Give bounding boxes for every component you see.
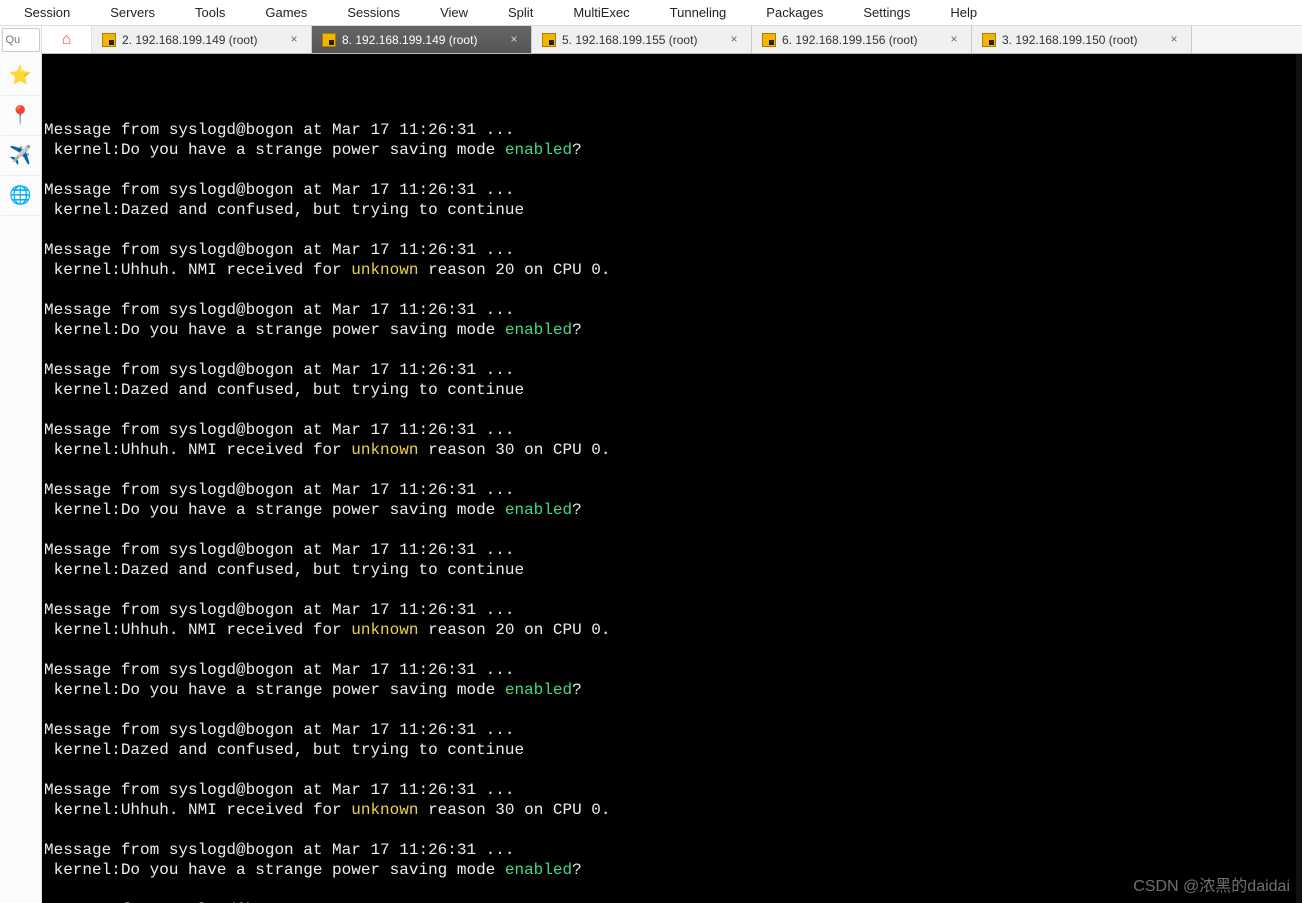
log-block: Message from syslogd@bogon at Mar 17 11:…	[44, 420, 1300, 460]
log-block: Message from syslogd@bogon at Mar 17 11:…	[44, 360, 1300, 400]
session-tab[interactable]: 2. 192.168.199.149 (root) ×	[92, 26, 312, 53]
close-icon[interactable]: ×	[947, 33, 961, 47]
session-tab[interactable]: 5. 192.168.199.155 (root) ×	[532, 26, 752, 53]
pin-icon[interactable]: 📍	[1, 96, 41, 136]
log-header: Message from syslogd@bogon at Mar 17 11:…	[44, 180, 1300, 200]
tab-label: 5. 192.168.199.155 (root)	[562, 33, 697, 47]
log-header: Message from syslogd@bogon at Mar 17 11:…	[44, 480, 1300, 500]
scrollbar[interactable]	[1296, 54, 1302, 903]
log-header: Message from syslogd@bogon at Mar 17 11:…	[44, 780, 1300, 800]
log-body: kernel:Do you have a strange power savin…	[44, 320, 1300, 340]
log-header: Message from syslogd@bogon at Mar 17 11:…	[44, 240, 1300, 260]
terminal-output[interactable]: Message from syslogd@bogon at Mar 17 11:…	[42, 54, 1302, 903]
log-block: Message from syslogd@bogon at Mar 17 11:…	[44, 180, 1300, 220]
menu-packages[interactable]: Packages	[746, 1, 843, 24]
star-icon[interactable]: ⭐	[1, 56, 41, 96]
menu-tunneling[interactable]: Tunneling	[650, 1, 747, 24]
menubar: SessionServersToolsGamesSessionsViewSpli…	[0, 0, 1302, 26]
menu-help[interactable]: Help	[930, 1, 997, 24]
log-header: Message from syslogd@bogon at Mar 17 11:…	[44, 120, 1300, 140]
terminal-icon	[322, 33, 336, 47]
menu-games[interactable]: Games	[245, 1, 327, 24]
session-tab[interactable]: 8. 192.168.199.149 (root) ×	[312, 26, 532, 53]
session-tab[interactable]: 6. 192.168.199.156 (root) ×	[752, 26, 972, 53]
menu-settings[interactable]: Settings	[843, 1, 930, 24]
menu-servers[interactable]: Servers	[90, 1, 175, 24]
log-block: Message from syslogd@bogon at Mar 17 11:…	[44, 780, 1300, 820]
log-header: Message from syslogd@bogon at Mar 17 11:…	[44, 660, 1300, 680]
terminal-icon	[102, 33, 116, 47]
send-icon[interactable]: ✈️	[1, 136, 41, 176]
log-body: kernel:Do you have a strange power savin…	[44, 860, 1300, 880]
close-icon[interactable]: ×	[727, 33, 741, 47]
log-block: Message from syslogd@bogon at Mar 17 11:…	[44, 120, 1300, 160]
log-block: Message from syslogd@bogon at Mar 17 11:…	[44, 540, 1300, 580]
log-body: kernel:Uhhuh. NMI received for unknown r…	[44, 440, 1300, 460]
log-header: Message from syslogd@bogon at Mar 17 11:…	[44, 540, 1300, 560]
log-body: kernel:Do you have a strange power savin…	[44, 500, 1300, 520]
log-header: Message from syslogd@bogon at Mar 17 11:…	[44, 840, 1300, 860]
globe-icon[interactable]: 🌐	[1, 176, 41, 216]
log-body: kernel:Do you have a strange power savin…	[44, 140, 1300, 160]
log-body: kernel:Dazed and confused, but trying to…	[44, 200, 1300, 220]
tabbar: ⌂ 2. 192.168.199.149 (root)×8. 192.168.1…	[42, 26, 1302, 54]
log-body: kernel:Uhhuh. NMI received for unknown r…	[44, 260, 1300, 280]
menu-multiexec[interactable]: MultiExec	[553, 1, 649, 24]
menu-view[interactable]: View	[420, 1, 488, 24]
menu-split[interactable]: Split	[488, 1, 553, 24]
main-column: ⌂ 2. 192.168.199.149 (root)×8. 192.168.1…	[42, 26, 1302, 903]
session-tab[interactable]: 3. 192.168.199.150 (root) ×	[972, 26, 1192, 53]
log-header: Message from syslogd@bogon at Mar 17 11:…	[44, 300, 1300, 320]
close-icon[interactable]: ×	[287, 33, 301, 47]
menu-sessions[interactable]: Sessions	[327, 1, 420, 24]
home-tab[interactable]: ⌂	[42, 26, 92, 53]
log-header: Message from syslogd@bogon at Mar 17 11:…	[44, 600, 1300, 620]
log-body: kernel:Uhhuh. NMI received for unknown r…	[44, 620, 1300, 640]
log-block: Message from syslogd@bogon at Mar 17 11:…	[44, 300, 1300, 340]
tab-label: 3. 192.168.199.150 (root)	[1002, 33, 1137, 47]
log-body: kernel:Dazed and confused, but trying to…	[44, 560, 1300, 580]
log-header: Message from syslogd@bogon at Mar 17 11:…	[44, 360, 1300, 380]
log-body: kernel:Do you have a strange power savin…	[44, 680, 1300, 700]
log-body: kernel:Dazed and confused, but trying to…	[44, 740, 1300, 760]
log-body: kernel:Uhhuh. NMI received for unknown r…	[44, 800, 1300, 820]
close-icon[interactable]: ×	[507, 33, 521, 47]
log-block: Message from syslogd@bogon at Mar 17 11:…	[44, 840, 1300, 880]
menu-session[interactable]: Session	[4, 1, 90, 24]
terminal-icon	[762, 33, 776, 47]
watermark: CSDN @浓黑的daidai	[1133, 877, 1290, 897]
log-block: Message from syslogd@bogon at Mar 17 11:…	[44, 660, 1300, 700]
home-icon: ⌂	[62, 31, 72, 49]
quick-connect-input[interactable]	[2, 28, 40, 52]
log-block: Message from syslogd@bogon at Mar 17 11:…	[44, 600, 1300, 640]
tab-label: 6. 192.168.199.156 (root)	[782, 33, 917, 47]
left-toolbar: ⭐ 📍 ✈️ 🌐	[0, 26, 42, 903]
terminal-icon	[982, 33, 996, 47]
tab-label: 8. 192.168.199.149 (root)	[342, 33, 477, 47]
log-block: Message from syslogd@bogon at Mar 17 11:…	[44, 240, 1300, 280]
log-header: Message from syslogd@bogon at Mar 17 11:…	[44, 420, 1300, 440]
tab-label: 2. 192.168.199.149 (root)	[122, 33, 257, 47]
terminal-icon	[542, 33, 556, 47]
close-icon[interactable]: ×	[1167, 33, 1181, 47]
log-block: Message from syslogd@bogon at Mar 17 11:…	[44, 480, 1300, 520]
log-header: Message from syslogd@bogon at Mar 17 11:…	[44, 720, 1300, 740]
workarea: ⭐ 📍 ✈️ 🌐 ⌂ 2. 192.168.199.149 (root)×8. …	[0, 26, 1302, 903]
log-body: kernel:Dazed and confused, but trying to…	[44, 380, 1300, 400]
log-block: Message from syslogd@bogon at Mar 17 11:…	[44, 720, 1300, 760]
menu-tools[interactable]: Tools	[175, 1, 245, 24]
